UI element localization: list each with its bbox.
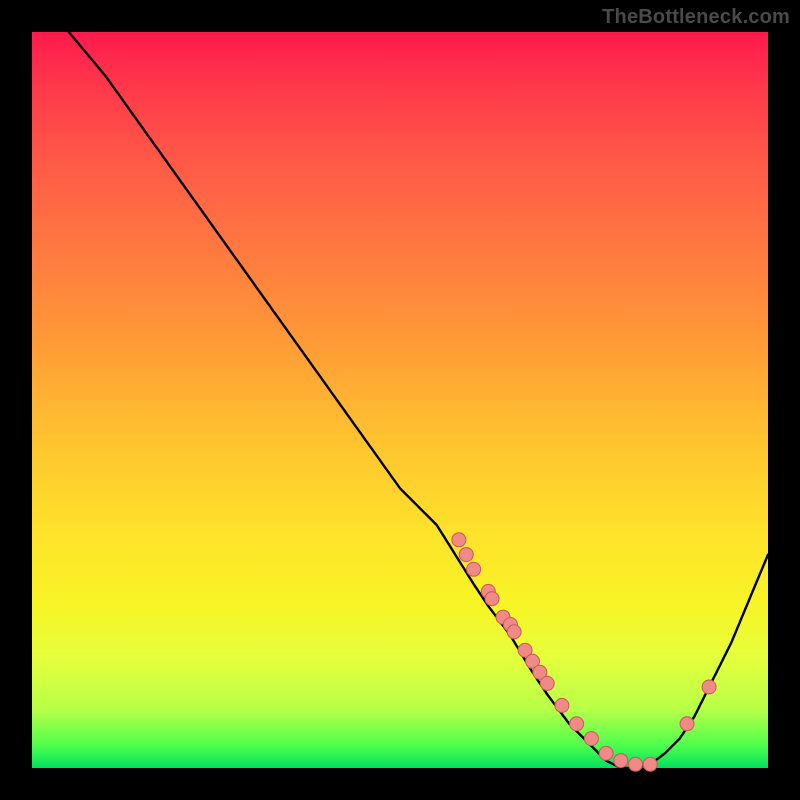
sample-point <box>467 562 481 576</box>
sample-point <box>680 717 694 731</box>
sample-point <box>643 757 657 771</box>
watermark-text: TheBottleneck.com <box>602 6 790 29</box>
sample-point <box>570 717 584 731</box>
sample-point <box>452 533 466 547</box>
sample-point <box>584 732 598 746</box>
sample-point <box>614 754 628 768</box>
sample-point <box>540 676 554 690</box>
sample-point <box>599 746 613 760</box>
sample-point <box>459 548 473 562</box>
bottleneck-curve <box>69 32 768 768</box>
sample-point <box>555 698 569 712</box>
plot-area <box>32 32 768 768</box>
sample-point <box>702 680 716 694</box>
sample-point <box>629 757 643 771</box>
bottleneck-curve-svg <box>32 32 768 768</box>
sample-point <box>485 592 499 606</box>
chart-frame: TheBottleneck.com <box>0 0 800 800</box>
sample-points <box>452 533 716 772</box>
sample-point <box>507 625 521 639</box>
